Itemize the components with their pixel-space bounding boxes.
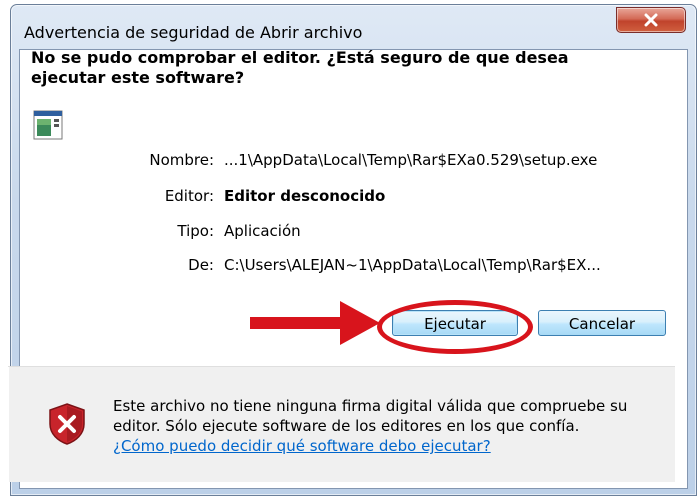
from-label: De: [188,256,214,274]
cancel-button[interactable]: Cancelar [538,310,666,336]
footer-warning-text: Este archivo no tiene ninguna firma digi… [113,397,628,435]
footer-warning: Este archivo no tiene ninguna firma digi… [113,396,673,456]
from-value: C:\Users\ALEJAN~1\AppData\Local\Temp\Rar… [224,256,601,274]
publisher-label: Editor: [164,187,214,205]
close-icon [644,13,658,27]
application-icon [33,110,63,140]
close-button[interactable] [616,7,686,33]
shield-warning-icon [49,403,85,445]
help-link[interactable]: ¿Cómo puedo decidir qué software debo ej… [113,437,491,455]
red-arrow-annotation [250,301,380,345]
publisher-value: Editor desconocido [224,187,386,205]
footer-divider [8,366,675,367]
warning-heading: No se pudo comprobar el editor. ¿Está se… [31,48,569,87]
type-label: Tipo: [177,222,214,240]
red-circle-annotation [377,300,533,354]
type-value: Aplicación [224,222,301,240]
name-value: ...1\AppData\Local\Temp\Rar$EXa0.529\set… [224,151,598,169]
window-title: Advertencia de seguridad de Abrir archiv… [24,23,363,42]
name-label: Nombre: [149,151,214,169]
title-bar[interactable]: Advertencia de seguridad de Abrir archiv… [11,5,696,49]
